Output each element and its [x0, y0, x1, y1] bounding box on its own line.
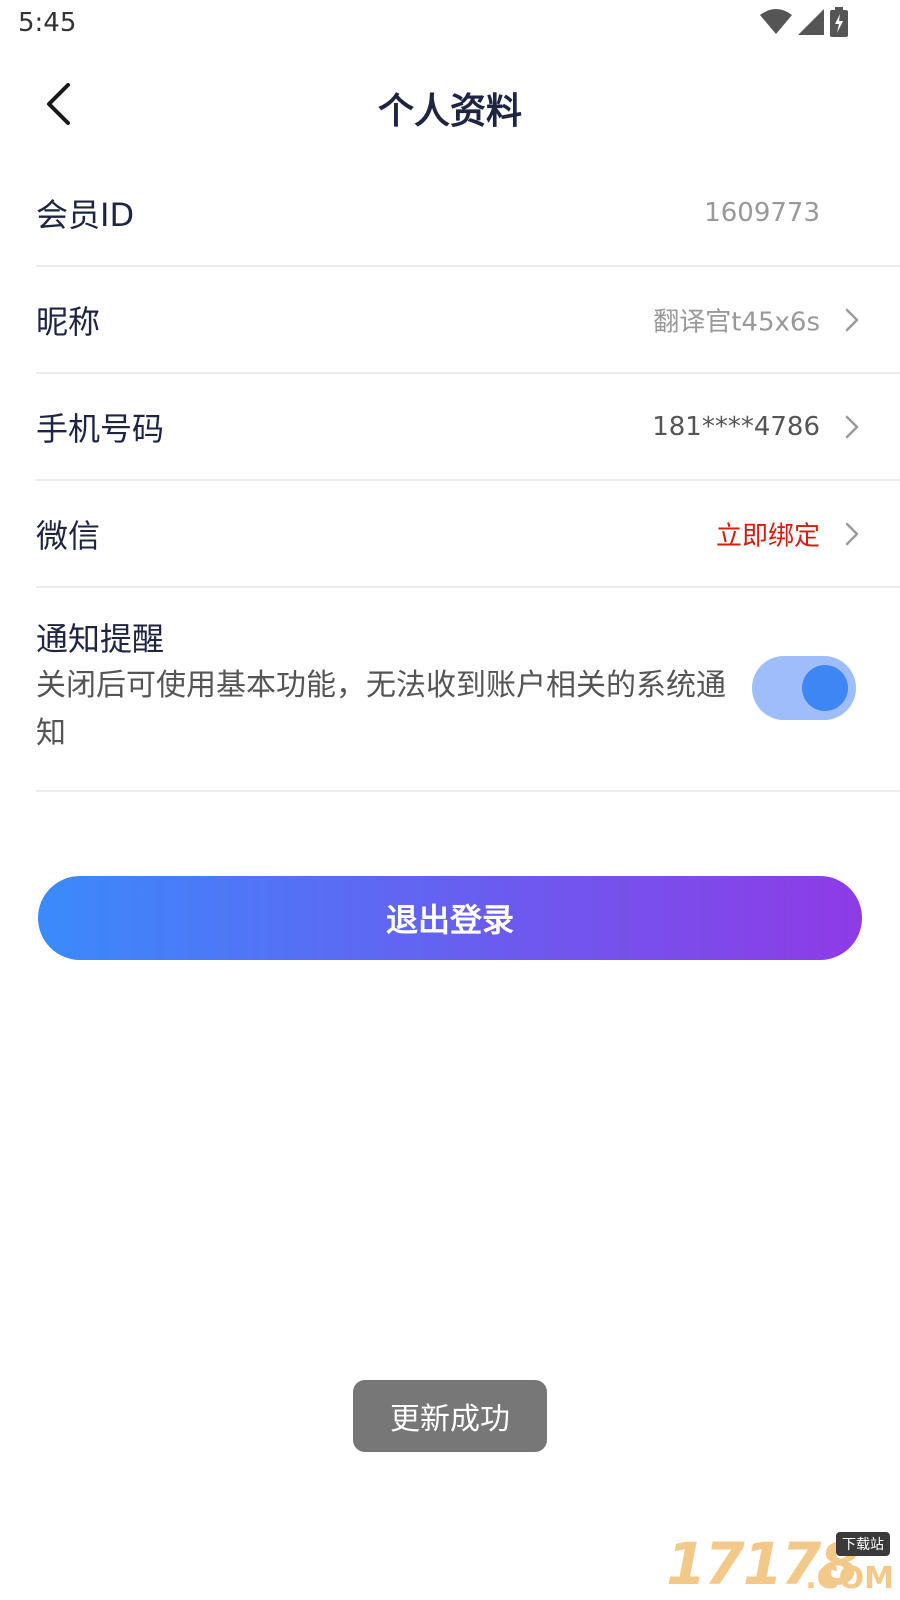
phone-value: 181****4786 — [652, 411, 820, 442]
watermark-suffix: .COM — [805, 1561, 894, 1596]
notification-row: 通知提醒 关闭后可使用基本功能，无法收到账户相关的系统通知 — [36, 588, 900, 792]
nickname-value: 翻译官t45x6s — [653, 307, 820, 337]
wechat-row[interactable]: 微信 立即绑定 — [36, 481, 900, 588]
status-time: 5:45 — [18, 8, 77, 38]
logout-button[interactable]: 退出登录 — [38, 876, 862, 960]
wechat-bind-link[interactable]: 立即绑定 — [716, 515, 820, 552]
battery-charging-icon — [830, 7, 848, 41]
nickname-row[interactable]: 昵称 翻译官t45x6s — [36, 267, 900, 374]
toast-message: 更新成功 — [353, 1380, 547, 1452]
notification-title: 通知提醒 — [36, 620, 165, 658]
phone-row[interactable]: 手机号码 181****4786 — [36, 374, 900, 481]
chevron-right-icon — [842, 305, 862, 335]
status-icons — [760, 7, 848, 41]
chevron-right-icon — [842, 412, 862, 442]
page-title: 个人资料 — [377, 91, 522, 132]
toggle-knob — [802, 665, 848, 711]
chevron-right-icon — [842, 519, 862, 549]
wechat-label: 微信 — [36, 516, 101, 555]
wifi-icon — [760, 9, 792, 39]
member-id-value: 1609773 — [704, 197, 820, 228]
notification-toggle[interactable] — [752, 656, 856, 720]
signal-icon — [798, 9, 824, 39]
status-bar: 5:45 — [0, 0, 900, 48]
member-id-label: 会员ID — [36, 195, 135, 234]
profile-screen: 5:45 个人资料 会员ID 1609773 昵称 翻译官t45x6s 手机号码… — [0, 0, 900, 1600]
member-id-row: 会员ID 1609773 — [36, 160, 900, 267]
profile-list: 会员ID 1609773 昵称 翻译官t45x6s 手机号码 181****47… — [36, 160, 900, 792]
nickname-label: 昵称 — [36, 302, 101, 341]
phone-label: 手机号码 — [36, 409, 165, 448]
header: 个人资料 — [0, 60, 900, 150]
watermark-badge: 下载站 — [836, 1532, 890, 1556]
watermark-logo: 17178 下载站 .COM — [666, 1528, 896, 1598]
notification-description: 关闭后可使用基本功能，无法收到账户相关的系统通知 — [36, 668, 726, 751]
